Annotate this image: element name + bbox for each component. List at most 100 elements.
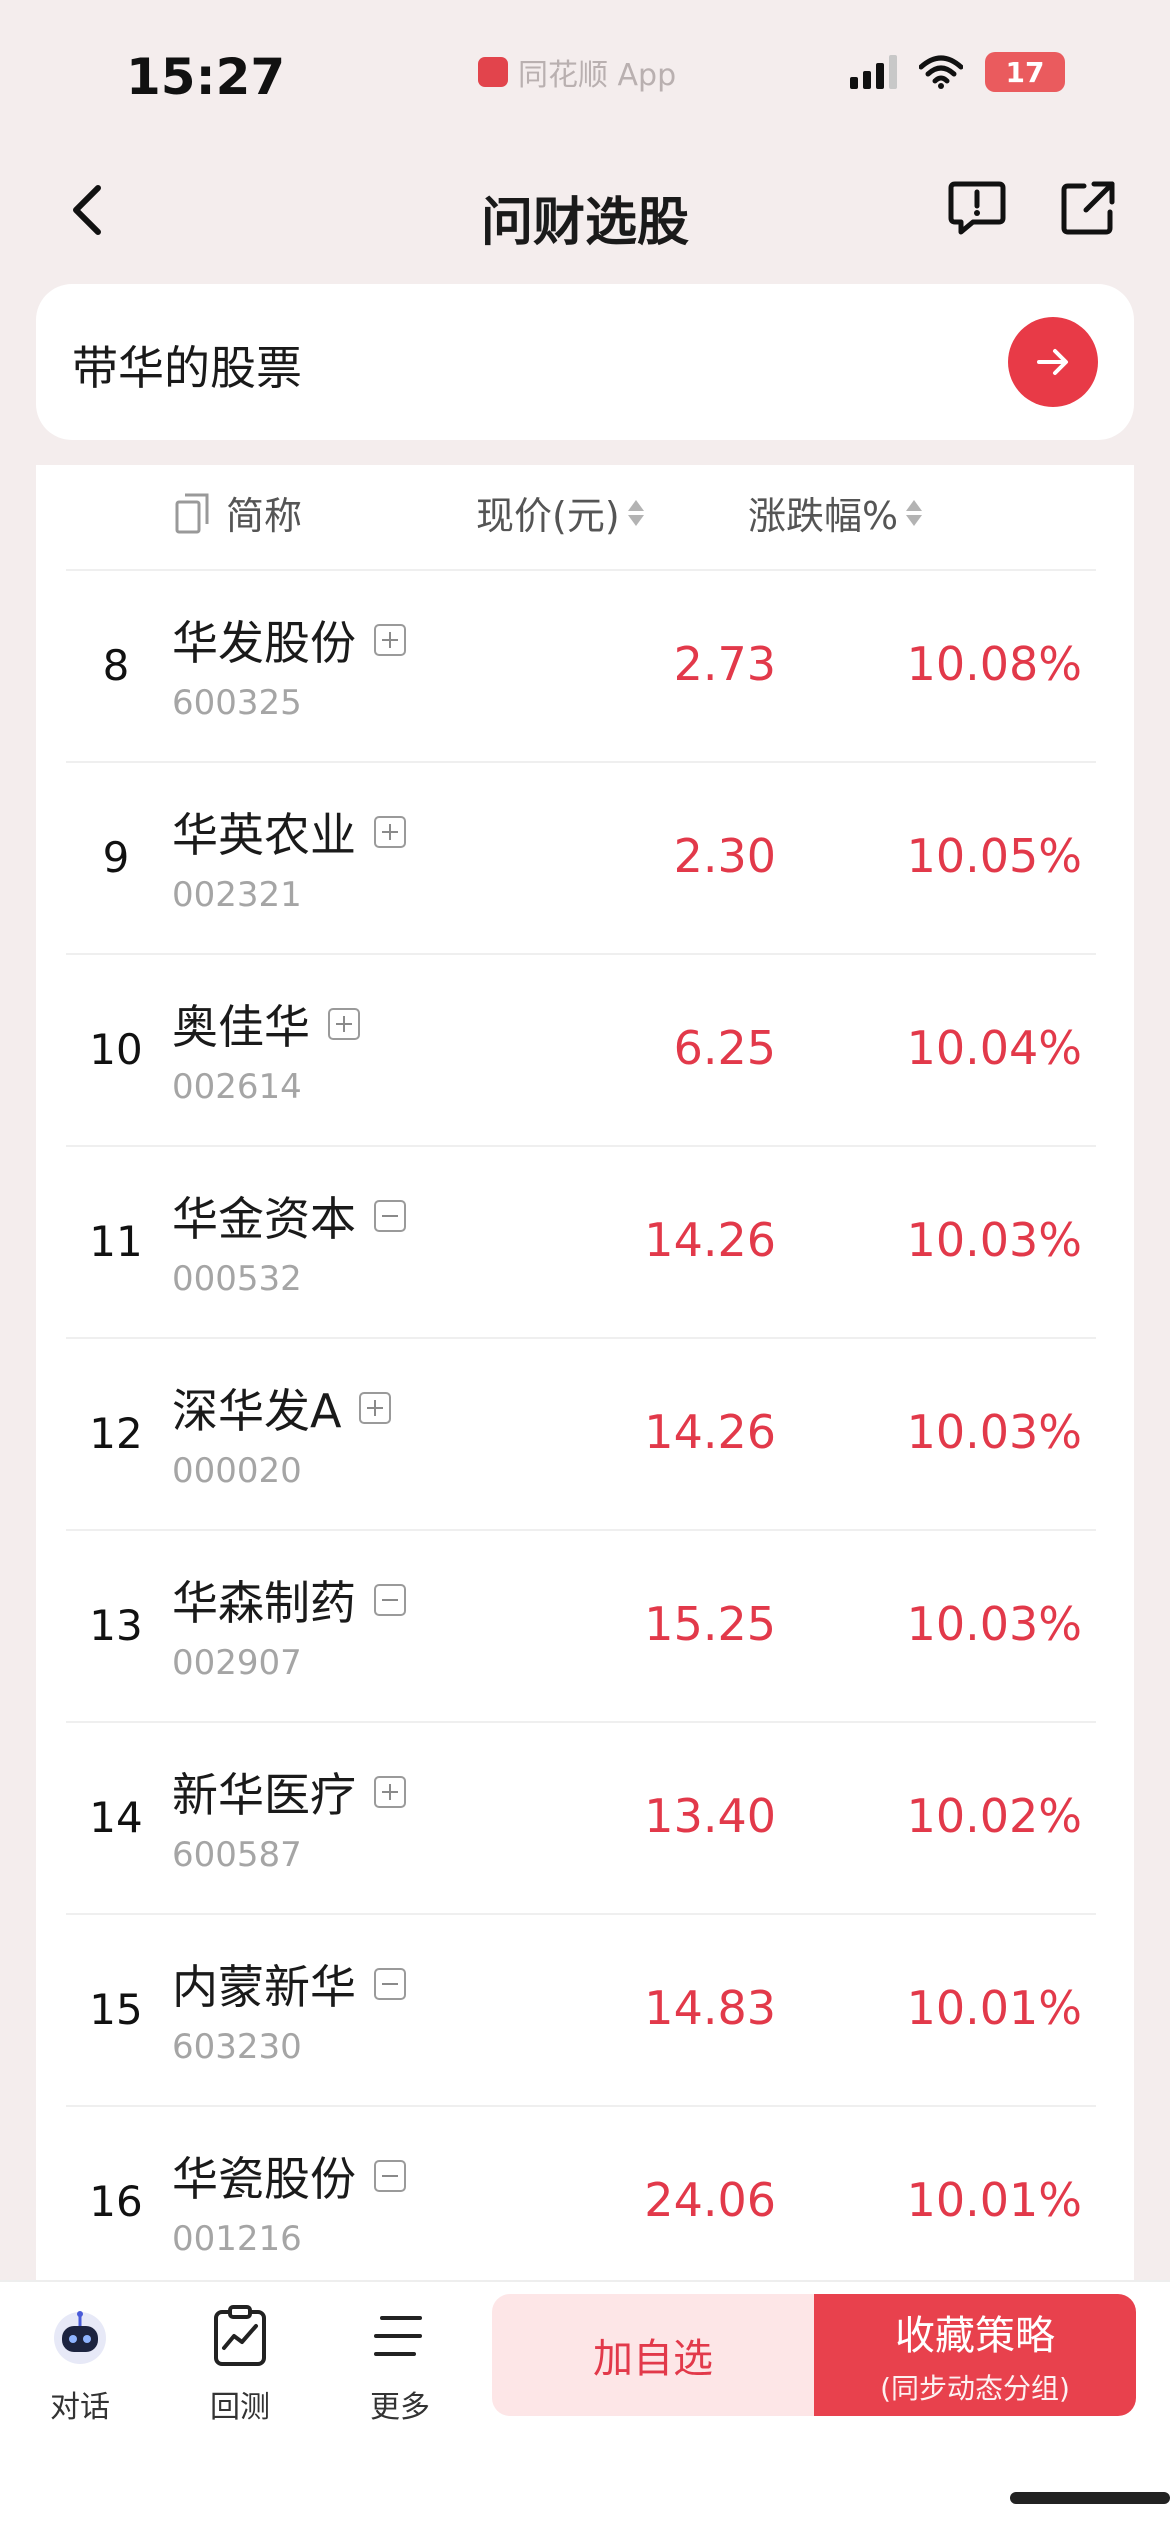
stock-price: 13.40	[644, 1789, 776, 1843]
row-rank: 16	[89, 2177, 143, 2226]
nav-bar: 问财选股	[0, 160, 1170, 260]
row-rank: 14	[89, 1793, 143, 1842]
stock-name: 奥佳华	[172, 1000, 310, 1054]
stock-price: 14.83	[644, 1981, 776, 2035]
home-indicator[interactable]	[1010, 2492, 1170, 2504]
stock-change: 10.02%	[906, 1789, 1082, 1843]
stock-code: 600325	[172, 683, 302, 723]
stock-price: 2.73	[673, 637, 776, 691]
wifi-icon	[919, 55, 963, 89]
battery-indicator: 17	[985, 52, 1065, 92]
stock-name: 新华医疗	[172, 1768, 356, 1822]
table-row[interactable]: 12 深华发A 000020 14.26 10.03%	[66, 1337, 1096, 1529]
stock-price: 14.26	[644, 1405, 776, 1459]
menu-icon	[374, 2316, 422, 2356]
tab-chat-label: 对话	[50, 2390, 110, 2425]
remove-watch-icon[interactable]	[374, 1200, 406, 1232]
stock-change: 10.03%	[906, 1597, 1082, 1651]
table-row[interactable]: 16 华瓷股份 001216 24.06 10.01%	[66, 2105, 1096, 2280]
tab-more[interactable]: 更多	[340, 2304, 460, 2426]
table-row[interactable]: 8 华发股份 600325 2.73 10.08%	[66, 569, 1096, 761]
stock-code: 001216	[172, 2219, 302, 2259]
tab-chat[interactable]: 对话	[20, 2304, 140, 2426]
share-icon[interactable]	[1056, 176, 1120, 240]
table-row[interactable]: 13 华森制药 002907 15.25 10.03%	[66, 1529, 1096, 1721]
table-row[interactable]: 10 奥佳华 002614 6.25 10.04%	[66, 953, 1096, 1145]
stock-code: 600587	[172, 1835, 302, 1875]
backtest-chart-icon	[214, 2305, 266, 2366]
remove-watch-icon[interactable]	[374, 2160, 406, 2192]
header-name-label: 简称	[226, 494, 303, 538]
table-row[interactable]: 11 华金资本 000532 14.26 10.03%	[66, 1145, 1096, 1337]
row-rank: 9	[102, 833, 130, 882]
sort-icon[interactable]	[627, 499, 644, 526]
stock-code: 002614	[172, 1067, 302, 1107]
stock-change: 10.01%	[906, 2173, 1082, 2227]
cellular-signal-icon	[850, 55, 897, 89]
stock-price: 24.06	[644, 2173, 776, 2227]
stock-code: 002321	[172, 875, 302, 915]
robot-icon	[54, 2311, 106, 2364]
stock-name: 内蒙新华	[172, 1960, 356, 2014]
status-bar: 15:27 同花顺 App 17	[0, 0, 1170, 150]
feedback-icon[interactable]	[945, 176, 1009, 240]
stock-price: 6.25	[673, 1021, 776, 1075]
add-to-watchlist-button[interactable]: 加自选	[492, 2294, 814, 2416]
header-change[interactable]: 涨跌幅%	[748, 485, 923, 540]
table-row[interactable]: 9 华英农业 002321 2.30 10.05%	[66, 761, 1096, 953]
tab-backtest-label: 回测	[210, 2390, 270, 2425]
status-time: 15:27	[126, 48, 286, 106]
add-watch-icon[interactable]	[359, 1392, 392, 1424]
row-rank: 12	[89, 1409, 143, 1458]
arrow-right-icon	[1037, 349, 1068, 375]
stock-name: 华瓷股份	[172, 2152, 356, 2206]
save-strategy-label: 收藏策略	[895, 2313, 1055, 2359]
query-card[interactable]: 带华的股票	[36, 284, 1134, 440]
status-icons: 17	[850, 52, 1065, 92]
add-watch-icon[interactable]	[374, 624, 406, 656]
header-price[interactable]: 现价(元)	[476, 485, 644, 540]
stock-code: 000532	[172, 1259, 302, 1299]
remove-watch-icon[interactable]	[374, 1584, 406, 1616]
sort-icon[interactable]	[906, 499, 923, 526]
stock-code: 002907	[172, 1643, 302, 1683]
add-watch-icon[interactable]	[328, 1008, 360, 1040]
header-name[interactable]: 简称	[174, 485, 302, 540]
copy-icon[interactable]	[174, 490, 212, 536]
remove-watch-icon[interactable]	[374, 1968, 406, 2000]
row-rank: 11	[89, 1217, 143, 1266]
add-watch-icon[interactable]	[374, 1776, 406, 1808]
stock-name: 华发股份	[172, 616, 356, 670]
app-logo-icon	[478, 57, 508, 87]
stock-change: 10.05%	[906, 829, 1082, 883]
header-price-label: 现价(元)	[476, 494, 620, 538]
header-change-label: 涨跌幅%	[748, 494, 899, 538]
stock-name: 深华发A	[172, 1384, 342, 1438]
stock-price: 2.30	[673, 829, 776, 883]
stock-name: 华英农业	[172, 808, 356, 862]
result-table: 简称 现价(元) 涨跌幅% 8 华发股份 600325 2.73 10.08% …	[36, 465, 1134, 2280]
stock-change: 10.01%	[906, 1981, 1082, 2035]
stock-code: 000020	[172, 1451, 302, 1491]
tab-more-label: 更多	[370, 2390, 430, 2425]
table-header: 简称 现价(元) 涨跌幅%	[36, 465, 1134, 569]
save-strategy-button[interactable]: 收藏策略 (同步动态分组)	[814, 2294, 1136, 2416]
row-rank: 10	[89, 1025, 143, 1074]
row-rank: 8	[102, 641, 130, 690]
bottom-action-bar: 对话 回测 更多 加自选 收藏策略 (同步动态分组)	[0, 2280, 1170, 2532]
table-row[interactable]: 14 新华医疗 600587 13.40 10.02%	[66, 1721, 1096, 1913]
row-rank: 13	[89, 1601, 143, 1650]
source-app-badge[interactable]: 同花顺 App	[478, 50, 676, 94]
stock-price: 15.25	[644, 1597, 776, 1651]
query-text[interactable]: 带华的股票	[72, 332, 302, 398]
stock-name: 华金资本	[172, 1192, 356, 1246]
stock-price: 14.26	[644, 1213, 776, 1267]
stock-change: 10.03%	[906, 1213, 1082, 1267]
row-rank: 15	[89, 1985, 143, 2034]
table-row[interactable]: 15 内蒙新华 603230 14.83 10.01%	[66, 1913, 1096, 2105]
stock-code: 603230	[172, 2027, 302, 2067]
stock-name: 华森制药	[172, 1576, 356, 1630]
add-watch-icon[interactable]	[374, 816, 406, 848]
submit-query-button[interactable]	[1008, 317, 1098, 407]
tab-backtest[interactable]: 回测	[180, 2304, 300, 2426]
